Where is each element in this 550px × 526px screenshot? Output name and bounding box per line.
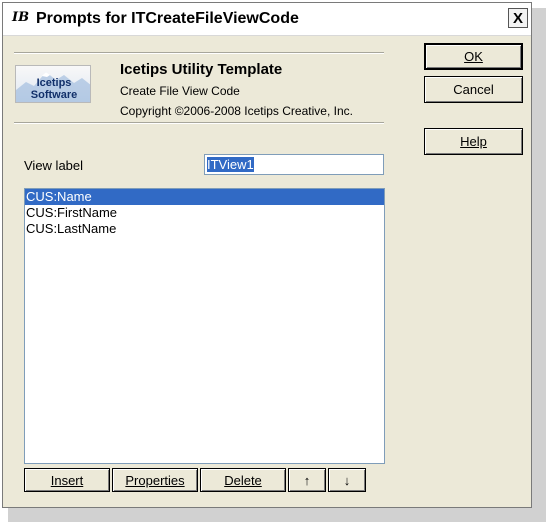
delete-label: Delete bbox=[224, 472, 262, 488]
ok-button[interactable]: OK bbox=[424, 43, 523, 70]
prompts-dialog: IB Prompts for ITCreateFileViewCode X Ic… bbox=[2, 2, 532, 508]
icetips-software-logo: Icetips Software bbox=[15, 65, 91, 103]
properties-button[interactable]: Properties bbox=[112, 468, 198, 492]
list-item[interactable]: CUS:Name bbox=[25, 189, 384, 205]
insert-label: Insert bbox=[50, 472, 84, 488]
cancel-button[interactable]: Cancel bbox=[424, 76, 523, 103]
close-button[interactable]: X bbox=[508, 8, 528, 28]
title-bar[interactable]: IB Prompts for ITCreateFileViewCode X bbox=[3, 3, 531, 36]
app-icon: IB bbox=[12, 10, 30, 25]
properties-label: Properties bbox=[125, 472, 185, 488]
view-label-value: ITView1 bbox=[207, 157, 254, 172]
insert-button[interactable]: Insert bbox=[24, 468, 110, 492]
list-item[interactable]: CUS:FirstName bbox=[25, 205, 384, 221]
view-label: View label bbox=[24, 158, 84, 173]
move-up-button[interactable]: ↑ bbox=[288, 468, 326, 492]
logo-text-line1: Icetips bbox=[36, 77, 72, 89]
window-title: Prompts for ITCreateFileViewCode bbox=[36, 10, 299, 27]
field-listbox[interactable]: CUS:Name CUS:FirstName CUS:LastName bbox=[24, 188, 385, 464]
copyright-text: Copyright ©2006-2008 Icetips Creative, I… bbox=[120, 104, 353, 118]
view-label-input[interactable]: ITView1 bbox=[204, 154, 384, 175]
delete-button[interactable]: Delete bbox=[200, 468, 286, 492]
close-icon: X bbox=[512, 9, 523, 27]
logo-text-line2: Software bbox=[30, 89, 78, 101]
arrow-up-icon: ↑ bbox=[303, 472, 311, 488]
header-divider-bottom bbox=[14, 122, 384, 124]
ok-label: OK bbox=[464, 49, 483, 64]
help-button[interactable]: Help bbox=[424, 128, 523, 155]
arrow-down-icon: ↓ bbox=[343, 472, 351, 488]
move-down-button[interactable]: ↓ bbox=[328, 468, 366, 492]
cancel-label: Cancel bbox=[453, 82, 494, 97]
help-label: Help bbox=[460, 134, 487, 149]
template-subtitle: Create File View Code bbox=[120, 84, 240, 98]
template-title: Icetips Utility Template bbox=[120, 61, 283, 78]
header-divider-top bbox=[14, 52, 384, 54]
list-item[interactable]: CUS:LastName bbox=[25, 221, 384, 237]
